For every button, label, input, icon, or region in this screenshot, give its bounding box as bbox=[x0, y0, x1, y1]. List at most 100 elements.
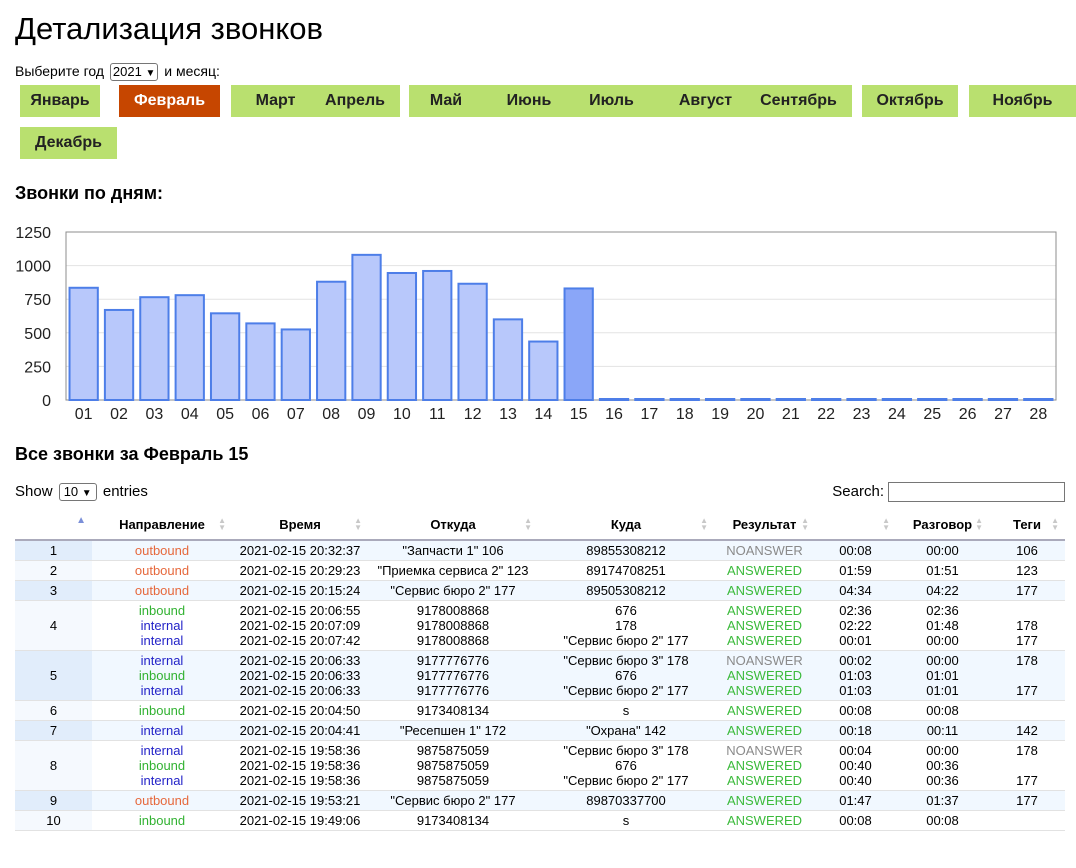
month-button[interactable]: Февраль bbox=[119, 85, 220, 117]
call-from: 9177776776 bbox=[416, 683, 490, 698]
table-row[interactable]: 2 outbound 2021-02-15 20:29:23 "Приемка сер… bbox=[15, 560, 1065, 581]
call-direction: internal bbox=[140, 773, 184, 788]
header-time[interactable]: Время ▲ ▼ bbox=[232, 509, 368, 541]
header-index[interactable]: ▲ bbox=[15, 509, 92, 541]
call-direction: inbound bbox=[138, 758, 186, 773]
call-duration: 01:47 bbox=[839, 793, 872, 808]
table-row[interactable]: 4 inbound internal internal 2021-02-15 20:06… bbox=[15, 600, 1065, 651]
call-duration: 01:03 bbox=[839, 683, 872, 698]
x-tick-label: 08 bbox=[322, 406, 340, 423]
call-time: 2021-02-15 20:29:23 bbox=[239, 563, 361, 578]
year-label: Выберите год bbox=[15, 63, 105, 79]
show-label: Show bbox=[15, 483, 53, 500]
bar bbox=[634, 398, 665, 401]
call-duration: 00:04 bbox=[839, 743, 872, 758]
month-button[interactable]: Январь bbox=[20, 85, 100, 117]
call-tag-cell: 142 bbox=[989, 720, 1065, 741]
x-tick-label: 14 bbox=[534, 406, 552, 423]
call-from: "Сервис бюро 2" 177 bbox=[390, 583, 516, 598]
bar bbox=[245, 322, 276, 401]
call-direction: inbound bbox=[138, 603, 186, 618]
x-tick-label: 01 bbox=[75, 406, 93, 423]
header-result[interactable]: Результат ▲ ▼ bbox=[714, 509, 815, 541]
x-tick-label: 27 bbox=[994, 406, 1012, 423]
table-row[interactable]: 1 outbound 2021-02-15 20:32:37 "Запчасти 1"… bbox=[15, 540, 1065, 561]
table-row[interactable]: 7 internal 2021-02-15 20:04:41 "Ресепшен 1"… bbox=[15, 720, 1065, 741]
header-direction[interactable]: Направление ▲ ▼ bbox=[92, 509, 232, 541]
table-row[interactable]: 5 internal inbound internal 2021-02-15 20:06… bbox=[15, 650, 1065, 701]
call-to-cell: s bbox=[538, 810, 714, 831]
header-from[interactable]: Откуда ▲ ▼ bbox=[368, 509, 538, 541]
call-from-cell: "Ресепшен 1" 172 bbox=[368, 720, 538, 741]
month-button[interactable]: Сентябрь bbox=[745, 85, 852, 117]
bar bbox=[952, 398, 983, 401]
entries-select[interactable]: 10 ▼ bbox=[58, 483, 97, 502]
call-talk-time: 00:00 bbox=[926, 653, 959, 668]
header-to[interactable]: Куда ▲ ▼ bbox=[538, 509, 714, 541]
call-from: "Запчасти 1" 106 bbox=[402, 543, 504, 558]
call-to: "Сервис бюро 2" 177 bbox=[563, 633, 689, 648]
call-from: "Ресепшен 1" 172 bbox=[399, 723, 507, 738]
bar bbox=[598, 398, 630, 401]
header-tags[interactable]: Теги ▲ ▼ bbox=[989, 509, 1065, 541]
call-talk-time: 00:36 bbox=[926, 773, 959, 788]
month-button[interactable]: Октябрь bbox=[862, 85, 958, 117]
calls-table: ▲ Направление ▲ ▼ Время ▲ ▼ Откуда ▲ ▼ Куда ▲ ▼ Резул… bbox=[15, 509, 1065, 831]
table-row[interactable]: 6 inbound 2021-02-15 20:04:50 9173408134 s AN… bbox=[15, 700, 1065, 721]
month-button[interactable]: Март bbox=[231, 85, 320, 117]
search-input[interactable] bbox=[888, 482, 1065, 503]
call-direction: inbound bbox=[138, 703, 186, 718]
call-tag bbox=[989, 758, 1065, 773]
x-tick-label: 11 bbox=[429, 406, 446, 423]
year-value: 2021 bbox=[112, 64, 142, 80]
call-talk-time: 00:08 bbox=[926, 703, 959, 718]
chevron-down-icon: ▼ bbox=[145, 68, 156, 80]
call-result: ANSWERED bbox=[726, 618, 803, 633]
call-direction: inbound bbox=[138, 813, 186, 828]
header-duration[interactable]: ▲ ▼ bbox=[815, 509, 896, 541]
month-button[interactable]: Ноябрь bbox=[969, 85, 1076, 117]
table-row[interactable]: 8 internal inbound internal 2021-02-15 19:58… bbox=[15, 740, 1065, 791]
call-duration: 00:08 bbox=[839, 813, 872, 828]
month-button[interactable]: Июнь bbox=[483, 85, 575, 117]
table-header-row: ▲ Направление ▲ ▼ Время ▲ ▼ Откуда ▲ ▼ Куда ▲ ▼ Резул… bbox=[15, 509, 1065, 541]
header-label: Направление bbox=[119, 516, 205, 532]
call-time-cell: 2021-02-15 20:15:24 bbox=[232, 580, 368, 601]
month-button[interactable]: Декабрь bbox=[20, 127, 117, 159]
call-duration: 00:01 bbox=[839, 633, 872, 648]
month-button[interactable]: Май bbox=[409, 85, 483, 117]
call-direction: outbound bbox=[134, 583, 190, 598]
year-select[interactable]: 2021 ▼ bbox=[109, 63, 159, 82]
row-number: 2 bbox=[15, 560, 92, 581]
table-row[interactable]: 10 inbound 2021-02-15 19:49:06 9173408134 s A… bbox=[15, 810, 1065, 831]
entries-value: 10 bbox=[63, 484, 79, 500]
table-row[interactable]: 9 outbound 2021-02-15 19:53:21 "Сервис бюро… bbox=[15, 790, 1065, 811]
call-talk-time: 00:11 bbox=[926, 723, 959, 738]
call-tag: 142 bbox=[1016, 723, 1038, 738]
header-talk[interactable]: Разговор ▲ ▼ bbox=[896, 509, 989, 541]
call-result: ANSWERED bbox=[726, 668, 803, 683]
x-tick-label: 03 bbox=[145, 406, 163, 423]
call-direction-cell: outbound bbox=[92, 540, 232, 561]
bar bbox=[316, 280, 347, 402]
call-from-cell: "Сервис бюро 2" 177 bbox=[368, 790, 538, 811]
bar bbox=[669, 398, 700, 401]
table-row[interactable]: 3 outbound 2021-02-15 20:15:24 "Сервис бюро… bbox=[15, 580, 1065, 601]
call-to-cell: 89174708251 bbox=[538, 560, 714, 581]
x-tick-label: 09 bbox=[358, 406, 376, 423]
call-to: s bbox=[622, 703, 630, 718]
month-button[interactable]: Август bbox=[656, 85, 755, 117]
bar bbox=[457, 282, 488, 401]
call-talk-time-cell: 00:00 01:01 01:01 bbox=[896, 650, 989, 701]
call-tag: 178 bbox=[1016, 618, 1038, 633]
month-button[interactable]: Июль bbox=[567, 85, 656, 117]
month-button[interactable]: Апрель bbox=[310, 85, 400, 117]
sort-icon: ▲ ▼ bbox=[700, 516, 708, 532]
row-number: 5 bbox=[15, 650, 92, 701]
call-result-cell: NOANSWER ANSWERED ANSWERED bbox=[714, 740, 815, 791]
year-selector-row: Выберите год 2021 ▼ и месяц: bbox=[15, 61, 220, 82]
call-result-cell: ANSWERED ANSWERED ANSWERED bbox=[714, 600, 815, 651]
x-tick-label: 19 bbox=[711, 406, 729, 423]
call-talk-time: 00:00 bbox=[926, 743, 959, 758]
x-tick-label: 06 bbox=[252, 406, 270, 423]
